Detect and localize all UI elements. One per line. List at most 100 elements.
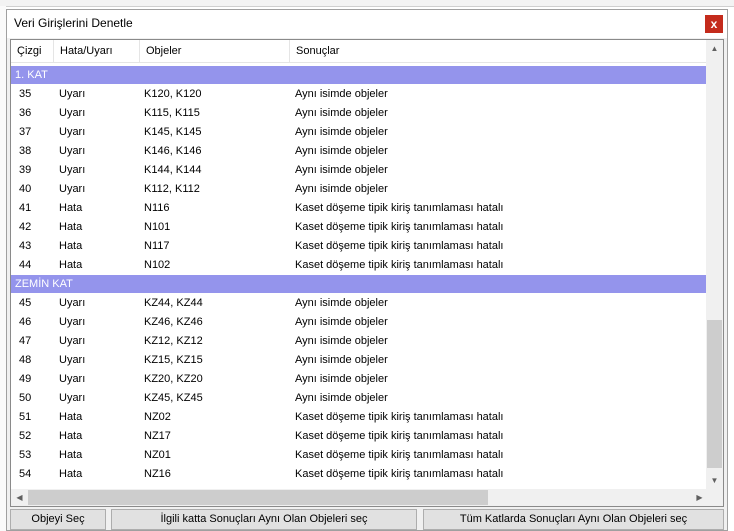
type-cell: Uyarı <box>59 145 86 157</box>
type-cell: Uyarı <box>59 297 86 309</box>
table-row[interactable]: 44 Hata N102 Kaset döşeme tipik kiriş tanım… <box>11 256 708 275</box>
type-cell: Uyarı <box>59 373 86 385</box>
type-cell: Hata <box>59 449 83 461</box>
result-cell: Aynı isimde objeler <box>295 145 388 157</box>
result-cell: Aynı isimde objeler <box>295 392 388 404</box>
table-row[interactable]: 38 Uyarı K146, K146 Aynı isimde objeler <box>11 142 708 161</box>
horizontal-scrollbar[interactable]: ◀ ▶ <box>11 489 708 506</box>
dialog-titlebar[interactable]: Veri Girişlerini Denetle x <box>7 10 727 38</box>
table-row[interactable]: 54 Hata NZ16 Kaset döşeme tipik kiriş tanım… <box>11 465 708 484</box>
scroll-down-icon[interactable]: ▼ <box>706 472 723 489</box>
column-header-line[interactable]: Çizgi <box>11 40 54 62</box>
background-toolbar <box>0 0 734 7</box>
select-all-floors-button[interactable]: Tüm Katlarda Sonuçları Aynı Olan Objeler… <box>423 509 724 530</box>
column-header-results[interactable]: Sonuçlar <box>290 40 708 62</box>
line-cell: 48 <box>19 354 32 366</box>
objects-cell: K145, K145 <box>144 126 202 138</box>
line-cell: 38 <box>19 145 32 157</box>
dialog-title: Veri Girişlerini Denetle <box>14 16 133 30</box>
result-cell: Aynı isimde objeler <box>295 88 388 100</box>
objects-cell: KZ20, KZ20 <box>144 373 203 385</box>
table-row[interactable]: 47 Uyarı KZ12, KZ12 Aynı isimde objeler <box>11 332 708 351</box>
line-cell: 46 <box>19 316 32 328</box>
table-row[interactable]: 49 Uyarı KZ20, KZ20 Aynı isimde objeler <box>11 370 708 389</box>
line-cell: 52 <box>19 430 32 442</box>
verification-dialog: Veri Girişlerini Denetle x Çizgi Hata/Uy… <box>6 9 728 531</box>
result-cell: Aynı isimde objeler <box>295 126 388 138</box>
type-cell: Hata <box>59 202 83 214</box>
table-row[interactable]: 45 Uyarı KZ44, KZ44 Aynı isimde objeler <box>11 294 708 313</box>
table-row[interactable]: 42 Hata N101 Kaset döşeme tipik kiriş tanım… <box>11 218 708 237</box>
scrollbar-corner <box>706 489 723 506</box>
type-cell: Hata <box>59 240 83 252</box>
result-cell: Aynı isimde objeler <box>295 316 388 328</box>
objects-cell: KZ12, KZ12 <box>144 335 203 347</box>
type-cell: Uyarı <box>59 354 86 366</box>
vertical-scroll-thumb[interactable] <box>707 320 722 468</box>
table-row[interactable]: 37 Uyarı K145, K145 Aynı isimde objeler <box>11 123 708 142</box>
objects-cell: K115, K115 <box>144 107 200 119</box>
select-object-button[interactable]: Objeyi Seç <box>10 509 106 530</box>
objects-cell: N101 <box>144 221 171 233</box>
type-cell: Uyarı <box>59 107 86 119</box>
type-cell: Hata <box>59 221 83 233</box>
table-row[interactable]: 48 Uyarı KZ15, KZ15 Aynı isimde objeler <box>11 351 708 370</box>
line-cell: 47 <box>19 335 32 347</box>
objects-cell: NZ16 <box>144 468 171 480</box>
table-row[interactable]: 41 Hata N116 Kaset döşeme tipik kiriş tanım… <box>11 199 708 218</box>
line-cell: 51 <box>19 411 32 423</box>
line-cell: 40 <box>19 183 32 195</box>
close-button[interactable]: x <box>705 15 723 33</box>
line-cell: 37 <box>19 126 32 138</box>
type-cell: Uyarı <box>59 335 86 347</box>
type-cell: Uyarı <box>59 164 86 176</box>
result-cell: Aynı isimde objeler <box>295 107 388 119</box>
list-rows: 1. KAT 35 Uyarı K120, K120 Aynı isimde objel… <box>11 66 708 484</box>
result-cell: Kaset döşeme tipik kiriş tanımlaması hat… <box>295 259 504 271</box>
objects-cell: N102 <box>144 259 171 271</box>
line-cell: 41 <box>19 202 32 214</box>
type-cell: Uyarı <box>59 316 86 328</box>
close-icon: x <box>710 17 718 31</box>
table-row[interactable]: 39 Uyarı K144, K144 Aynı isimde objeler <box>11 161 708 180</box>
column-header-error-warning[interactable]: Hata/Uyarı <box>54 40 140 62</box>
objects-cell: N116 <box>144 202 170 214</box>
table-row[interactable]: 46 Uyarı KZ46, KZ46 Aynı isimde objeler <box>11 313 708 332</box>
type-cell: Uyarı <box>59 88 86 100</box>
select-same-floor-button[interactable]: İlgili katta Sonuçları Aynı Olan Objeler… <box>111 509 417 530</box>
horizontal-scroll-thumb[interactable] <box>28 490 488 505</box>
group-header[interactable]: 1. KAT <box>11 66 708 84</box>
table-row[interactable]: 50 Uyarı KZ45, KZ45 Aynı isimde objeler <box>11 389 708 408</box>
vertical-scrollbar[interactable]: ▲ ▼ <box>706 40 723 489</box>
table-row[interactable]: 51 Hata NZ02 Kaset döşeme tipik kiriş tanım… <box>11 408 708 427</box>
result-cell: Aynı isimde objeler <box>295 335 388 347</box>
table-row[interactable]: 53 Hata NZ01 Kaset döşeme tipik kiriş tanım… <box>11 446 708 465</box>
objects-cell: NZ02 <box>144 411 171 423</box>
type-cell: Hata <box>59 468 83 480</box>
line-cell: 43 <box>19 240 32 252</box>
type-cell: Hata <box>59 259 83 271</box>
scroll-left-icon[interactable]: ◀ <box>11 489 28 506</box>
table-row[interactable]: 40 Uyarı K112, K112 Aynı isimde objeler <box>11 180 708 199</box>
result-cell: Aynı isimde objeler <box>295 373 388 385</box>
objects-cell: KZ45, KZ45 <box>144 392 203 404</box>
table-row[interactable]: 52 Hata NZ17 Kaset döşeme tipik kiriş tanım… <box>11 427 708 446</box>
line-cell: 42 <box>19 221 32 233</box>
column-header-objects[interactable]: Objeler <box>140 40 290 62</box>
type-cell: Uyarı <box>59 183 86 195</box>
table-row[interactable]: 36 Uyarı K115, K115 Aynı isimde objeler <box>11 104 708 123</box>
objects-cell: KZ44, KZ44 <box>144 297 203 309</box>
table-row[interactable]: 35 Uyarı K120, K120 Aynı isimde objeler <box>11 85 708 104</box>
table-row[interactable]: 43 Hata N117 Kaset döşeme tipik kiriş tanım… <box>11 237 708 256</box>
type-cell: Uyarı <box>59 126 86 138</box>
line-cell: 39 <box>19 164 32 176</box>
objects-cell: NZ01 <box>144 449 171 461</box>
scroll-up-icon[interactable]: ▲ <box>706 40 723 57</box>
line-cell: 53 <box>19 449 32 461</box>
results-list[interactable]: Çizgi Hata/Uyarı Objeler Sonuçlar 1. KAT… <box>10 39 724 507</box>
group-header[interactable]: ZEMİN KAT <box>11 275 708 293</box>
result-cell: Kaset döşeme tipik kiriş tanımlaması hat… <box>295 430 504 442</box>
result-cell: Aynı isimde objeler <box>295 297 388 309</box>
result-cell: Aynı isimde objeler <box>295 164 388 176</box>
result-cell: Kaset döşeme tipik kiriş tanımlaması hat… <box>295 202 504 214</box>
